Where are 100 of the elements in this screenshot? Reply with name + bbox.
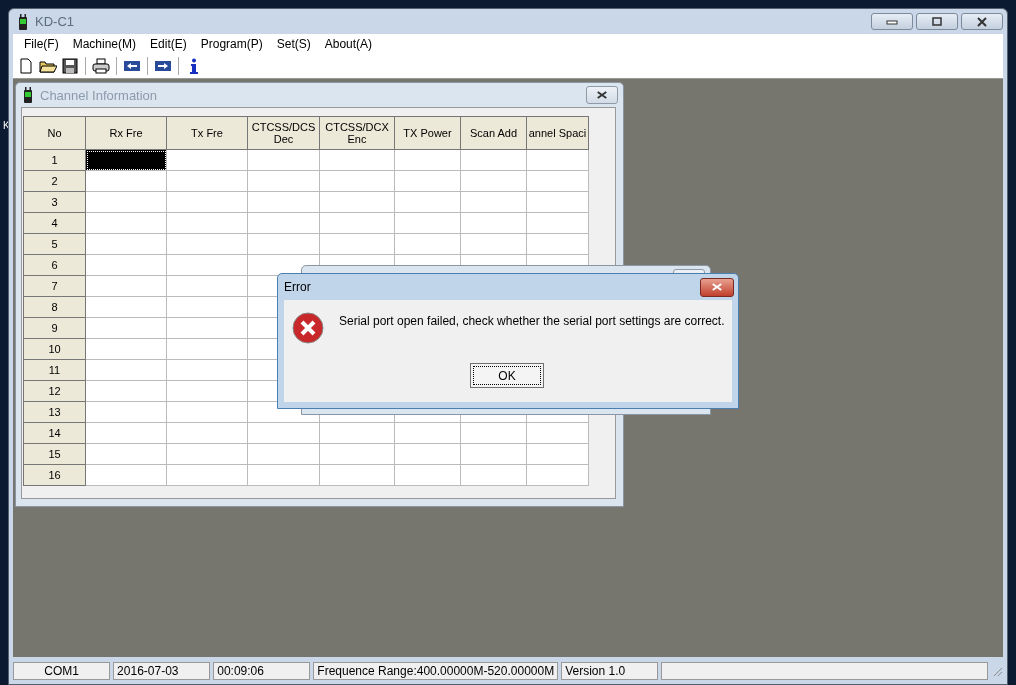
- table-cell[interactable]: [460, 170, 527, 192]
- maximize-icon: [930, 16, 944, 27]
- table-cell[interactable]: [166, 296, 248, 318]
- table-cell[interactable]: [85, 170, 167, 192]
- close-button[interactable]: [586, 86, 618, 104]
- table-cell[interactable]: [247, 212, 320, 234]
- table-cell[interactable]: [85, 359, 167, 381]
- table-cell[interactable]: [460, 191, 527, 213]
- table-cell[interactable]: [394, 464, 461, 486]
- table-cell[interactable]: [166, 254, 248, 276]
- table-cell[interactable]: [166, 170, 248, 192]
- table-cell[interactable]: [460, 443, 527, 465]
- table-cell[interactable]: [166, 380, 248, 402]
- table-cell[interactable]: [319, 170, 395, 192]
- table-cell[interactable]: [85, 296, 167, 318]
- table-cell[interactable]: [85, 233, 167, 255]
- table-cell[interactable]: [526, 191, 589, 213]
- table-cell[interactable]: [319, 212, 395, 234]
- status-panel: 00:09:06: [213, 661, 311, 680]
- table-cell[interactable]: [85, 338, 167, 360]
- row-number: 15: [23, 443, 86, 465]
- table-cell[interactable]: [166, 359, 248, 381]
- close-button[interactable]: [700, 277, 734, 297]
- maximize-button[interactable]: [916, 13, 958, 30]
- table-cell[interactable]: [166, 191, 248, 213]
- table-cell[interactable]: [166, 149, 248, 171]
- table-cell[interactable]: [166, 422, 248, 444]
- table-cell[interactable]: [247, 422, 320, 444]
- ok-button[interactable]: OK: [470, 363, 544, 388]
- table-cell[interactable]: [85, 443, 167, 465]
- table-cell[interactable]: [460, 149, 527, 171]
- column-header[interactable]: annel Spaci: [526, 116, 589, 150]
- table-cell[interactable]: [394, 149, 461, 171]
- table-cell[interactable]: [319, 149, 395, 171]
- table-cell[interactable]: [85, 254, 167, 276]
- menu-item[interactable]: Machine(M): [65, 37, 144, 51]
- table-cell[interactable]: [85, 191, 167, 213]
- table-cell[interactable]: [85, 401, 167, 423]
- table-cell[interactable]: [319, 191, 395, 213]
- table-cell[interactable]: [526, 233, 589, 255]
- column-header[interactable]: No: [23, 116, 86, 150]
- table-cell[interactable]: [247, 170, 320, 192]
- table-cell[interactable]: [247, 443, 320, 465]
- row-number: 6: [23, 254, 86, 276]
- row-number: 9: [23, 317, 86, 339]
- menu-item[interactable]: Set(S): [269, 37, 318, 51]
- table-cell[interactable]: [319, 422, 395, 444]
- menu-item[interactable]: Program(P): [193, 37, 270, 51]
- menu-item[interactable]: Edit(E): [143, 37, 194, 51]
- table-cell[interactable]: [85, 422, 167, 444]
- column-header[interactable]: Tx Fre: [166, 116, 248, 150]
- table-cell[interactable]: [526, 212, 589, 234]
- row-number: 13: [23, 401, 86, 423]
- row-number: 3: [23, 191, 86, 213]
- table-cell[interactable]: [394, 191, 461, 213]
- table-cell[interactable]: [460, 233, 527, 255]
- table-cell[interactable]: [247, 233, 320, 255]
- table-cell[interactable]: [319, 233, 395, 255]
- new-file-icon[interactable]: [17, 57, 35, 75]
- table-cell[interactable]: [394, 233, 461, 255]
- table-cell[interactable]: [394, 422, 461, 444]
- table-cell[interactable]: [247, 464, 320, 486]
- table-cell[interactable]: [526, 170, 589, 192]
- column-header[interactable]: Scan Add: [460, 116, 527, 150]
- table-cell[interactable]: [526, 422, 589, 444]
- table-cell[interactable]: [166, 317, 248, 339]
- column-header[interactable]: TX Power: [394, 116, 461, 150]
- table-cell[interactable]: [460, 422, 527, 444]
- table-cell[interactable]: [247, 149, 320, 171]
- table-cell[interactable]: [460, 212, 527, 234]
- table-cell[interactable]: [85, 212, 167, 234]
- column-header[interactable]: CTCSS/DCX Enc: [319, 116, 395, 150]
- table-cell[interactable]: [166, 233, 248, 255]
- table-cell[interactable]: [319, 464, 395, 486]
- table-cell[interactable]: [166, 338, 248, 360]
- table-cell[interactable]: [166, 275, 248, 297]
- table-cell[interactable]: [526, 464, 589, 486]
- table-cell[interactable]: [85, 380, 167, 402]
- table-cell[interactable]: [166, 401, 248, 423]
- close-button[interactable]: [961, 13, 1003, 30]
- table-cell[interactable]: [460, 464, 527, 486]
- table-cell[interactable]: [85, 275, 167, 297]
- table-cell[interactable]: [166, 443, 248, 465]
- printer-icon[interactable]: [92, 57, 110, 75]
- table-cell[interactable]: [166, 464, 248, 486]
- table-cell[interactable]: [526, 443, 589, 465]
- table-cell[interactable]: [85, 317, 167, 339]
- column-header[interactable]: CTCSS/DCS Dec: [247, 116, 320, 150]
- table-cell[interactable]: [394, 212, 461, 234]
- table-cell[interactable]: [526, 149, 589, 171]
- table-cell[interactable]: [85, 464, 167, 486]
- table-cell[interactable]: [394, 170, 461, 192]
- menu-item[interactable]: File(F): [17, 37, 66, 51]
- table-cell[interactable]: [166, 212, 248, 234]
- table-cell[interactable]: [319, 443, 395, 465]
- minimize-button[interactable]: [871, 13, 913, 30]
- menu-item[interactable]: About(A): [317, 37, 380, 51]
- table-cell[interactable]: [247, 191, 320, 213]
- table-cell[interactable]: [394, 443, 461, 465]
- column-header[interactable]: Rx Fre: [85, 116, 167, 150]
